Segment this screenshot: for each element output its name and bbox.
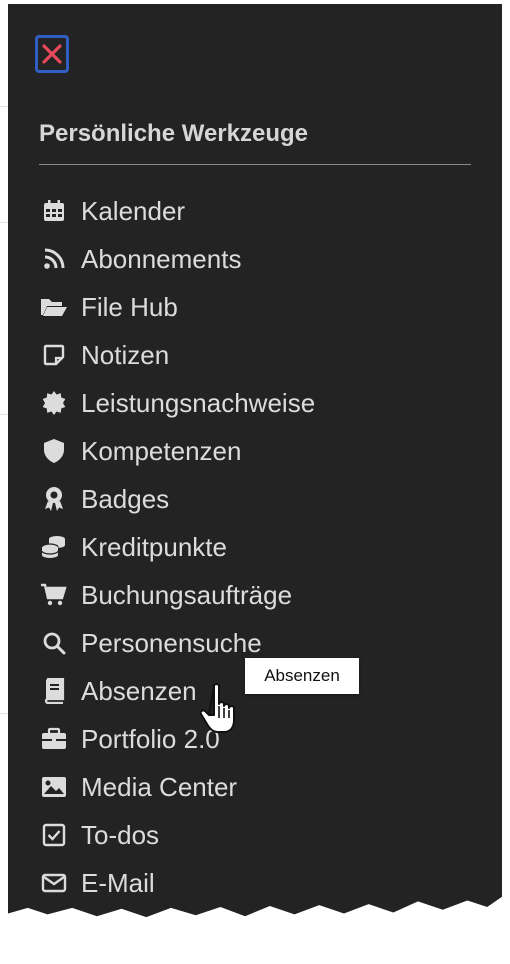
- menu-item-abonnements[interactable]: Abonnements: [39, 235, 315, 283]
- search-icon: [39, 628, 69, 658]
- menu-item-label: To-dos: [81, 819, 160, 850]
- menu-item-media-center[interactable]: Media Center: [39, 763, 315, 811]
- briefcase-icon: [39, 724, 69, 754]
- coins-icon: [39, 532, 69, 562]
- book-icon: [39, 676, 69, 706]
- certificate-icon: [39, 388, 69, 418]
- menu-item-label: Kreditpunkte: [81, 531, 227, 562]
- close-x-icon: [42, 44, 62, 64]
- close-button[interactable]: [35, 35, 69, 73]
- calendar-icon: [39, 196, 69, 226]
- tooltip: Absenzen: [245, 658, 359, 694]
- menu-item-label: Kompetenzen: [81, 435, 242, 466]
- hand-pointer-cursor-icon: [198, 682, 246, 743]
- tools-menu: Kalender Abonnements File Hub Notizen Le…: [39, 187, 315, 907]
- menu-item-todos[interactable]: To-dos: [39, 811, 315, 859]
- menu-item-portfolio[interactable]: Portfolio 2.0: [39, 715, 315, 763]
- shield-icon: [39, 436, 69, 466]
- panel-heading: Persönliche Werkzeuge: [39, 120, 308, 147]
- image-icon: [39, 772, 69, 802]
- menu-item-label: Buchungsaufträge: [81, 579, 293, 610]
- heading-divider: [39, 164, 471, 165]
- menu-item-badges[interactable]: Badges: [39, 475, 315, 523]
- menu-item-email[interactable]: E-Mail: [39, 859, 315, 907]
- menu-item-label: Media Center: [81, 771, 238, 802]
- sticky-note-icon: [39, 340, 69, 370]
- menu-item-label: Notizen: [81, 339, 170, 370]
- personal-tools-panel: Persönliche Werkzeuge Kalender Abonnemen…: [8, 4, 502, 918]
- menu-item-label: Personensuche: [81, 627, 262, 658]
- menu-item-label: File Hub: [81, 291, 178, 322]
- menu-item-notizen[interactable]: Notizen: [39, 331, 315, 379]
- menu-item-kompetenzen[interactable]: Kompetenzen: [39, 427, 315, 475]
- envelope-icon: [39, 868, 69, 898]
- menu-item-label: Absenzen: [81, 675, 197, 706]
- menu-item-kreditpunkte[interactable]: Kreditpunkte: [39, 523, 315, 571]
- menu-item-label: Badges: [81, 483, 170, 514]
- menu-item-leistungsnachweise[interactable]: Leistungsnachweise: [39, 379, 315, 427]
- menu-item-buchungsauftraege[interactable]: Buchungsaufträge: [39, 571, 315, 619]
- menu-item-file-hub[interactable]: File Hub: [39, 283, 315, 331]
- menu-item-label: Kalender: [81, 195, 186, 226]
- checkbox-icon: [39, 820, 69, 850]
- menu-item-label: Abonnements: [81, 243, 242, 274]
- folder-open-icon: [39, 292, 69, 322]
- cart-icon: [39, 580, 69, 610]
- rss-icon: [39, 244, 69, 274]
- menu-item-kalender[interactable]: Kalender: [39, 187, 315, 235]
- menu-item-label: Leistungsnachweise: [81, 387, 316, 418]
- menu-item-label: E-Mail: [81, 867, 155, 898]
- award-icon: [39, 484, 69, 514]
